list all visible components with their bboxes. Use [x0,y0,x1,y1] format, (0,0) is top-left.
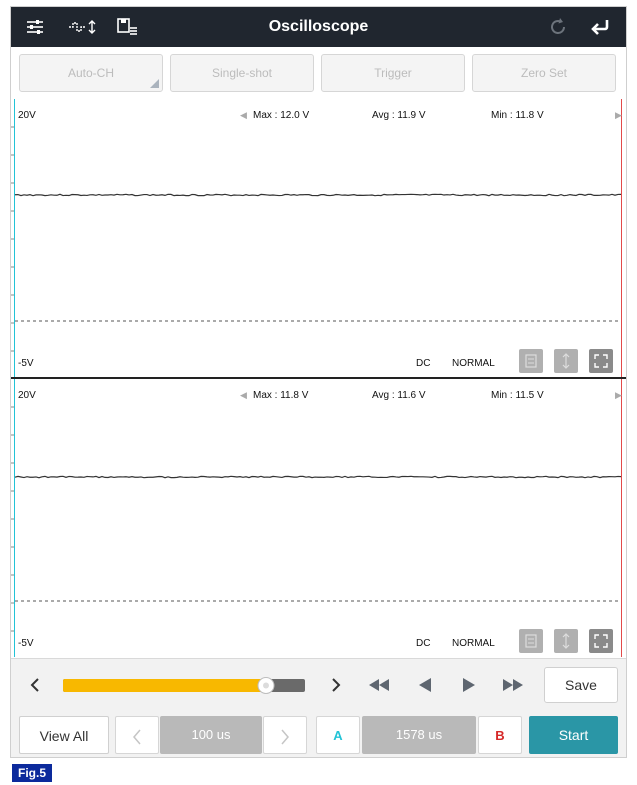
time-per-div-value: 100 us [160,716,262,754]
timeline-slider[interactable] [63,677,305,694]
save-list-icon[interactable] [115,15,139,39]
channel-1-avg: Avg : 11.9 V [372,110,426,121]
channel-2-mode: NORMAL [452,638,495,649]
channel-1-bottom-scale: -5V [18,358,34,369]
channel-2-avg: Avg : 11.6 V [372,390,426,401]
channel-1-next-icon[interactable]: ▶ [615,110,622,121]
channel-2-vertical-scale-icon[interactable] [554,629,578,653]
oscilloscope-app: Oscilloscope Auto-CH Single-shot Trigger… [10,6,627,758]
channel-1-prev-icon[interactable]: ◀ [240,110,247,121]
channel-1-vertical-scale-icon[interactable] [554,349,578,373]
channel-2-min: Min : 11.5 V [491,390,544,401]
channel-2-bottom-scale: -5V [18,638,34,649]
app-title: Oscilloscope [268,18,369,35]
channel-1-grid [11,126,622,352]
view-all-button[interactable]: View All [19,716,109,754]
mode-toolbar: Auto-CH Single-shot Trigger Zero Set [11,47,626,99]
channel-1-coupling: DC [416,358,431,369]
auto-ch-button[interactable]: Auto-CH [19,54,163,92]
channel-2-next-icon[interactable]: ▶ [615,390,622,401]
fast-rewind-icon[interactable] [367,673,391,697]
waveform-icon[interactable] [67,15,101,39]
single-shot-label: Single-shot [211,66,273,80]
dropdown-corner-icon [150,79,159,88]
channel-2-grid [11,406,622,632]
chevron-left-icon[interactable] [23,673,47,697]
figure-label: Fig.5 [12,764,52,782]
channel-1-top-scale: 20V [18,110,36,121]
chevron-right-icon[interactable] [324,673,348,697]
trigger-button[interactable]: Trigger [321,54,465,92]
channel-2-prev-icon[interactable]: ◀ [240,390,247,401]
zero-set-label: Zero Set [520,66,568,80]
channel-1-min: Min : 11.8 V [491,110,544,121]
channel-2-coupling: DC [416,638,431,649]
channel-1-fullscreen-icon[interactable] [589,349,613,373]
trigger-label: Trigger [374,66,412,80]
fast-forward-icon[interactable] [501,673,525,697]
single-shot-button[interactable]: Single-shot [170,54,314,92]
cursor-b-button[interactable]: B [478,716,522,754]
bottom-toolbar: View All 100 us A 1578 us B Start [11,710,626,757]
playback-bar: Save [11,658,626,710]
start-button[interactable]: Start [529,716,618,754]
cursor-delta-value: 1578 us [362,716,476,754]
channel-2-settings-icon[interactable] [519,629,543,653]
channel-2-max: Max : 11.8 V [253,390,309,401]
channel-1-plot[interactable]: 20V ◀ Max : 12.0 V Avg : 11.9 V Min : 11… [11,99,626,377]
channel-2-plot[interactable]: 20V ◀ Max : 11.8 V Avg : 11.6 V Min : 11… [11,379,626,657]
zero-set-button[interactable]: Zero Set [472,54,616,92]
channel-2-fullscreen-icon[interactable] [589,629,613,653]
step-back-icon[interactable] [413,673,437,697]
step-forward-icon[interactable] [457,673,481,697]
cursor-a-button[interactable]: A [316,716,360,754]
save-button[interactable]: Save [544,667,618,703]
refresh-icon[interactable] [546,15,570,39]
back-icon[interactable] [589,15,613,39]
channel-1-max: Max : 12.0 V [253,110,310,121]
title-bar: Oscilloscope [11,7,626,47]
channel-1-mode: NORMAL [452,358,495,369]
time-increase-button[interactable] [263,716,307,754]
chevron-right-icon [281,729,289,745]
auto-ch-label: Auto-CH [67,66,114,80]
channel-1-settings-icon[interactable] [519,349,543,373]
channel-2-top-scale: 20V [18,390,36,401]
time-decrease-button[interactable] [115,716,159,754]
settings-sliders-icon[interactable] [23,15,47,39]
chevron-left-icon [133,729,141,745]
